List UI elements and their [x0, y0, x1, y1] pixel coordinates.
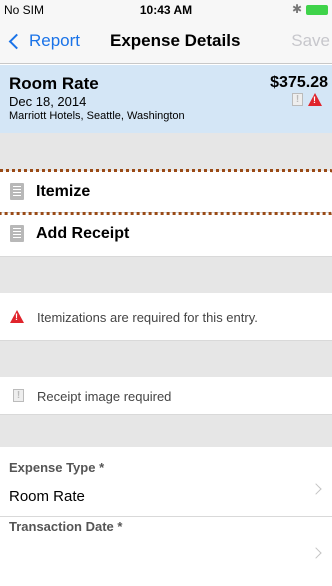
expense-type-value: Room Rate — [9, 488, 85, 505]
expense-amount: $375.28 — [270, 74, 328, 91]
expense-type-value-row[interactable]: Room Rate — [0, 483, 332, 517]
navigation-bar: Report Expense Details Save — [0, 20, 332, 64]
transaction-date-field[interactable]: Transaction Date * — [0, 517, 332, 586]
expense-vendor: Marriott Hotels, Seattle, Washington — [9, 110, 185, 122]
add-receipt-button[interactable]: Add Receipt — [0, 213, 332, 257]
warning-icon — [10, 310, 24, 323]
expense-name: Room Rate — [9, 74, 99, 93]
section-spacer — [0, 415, 332, 447]
expense-type-label: Expense Type * — [9, 460, 105, 475]
back-button-label: Report — [29, 31, 81, 50]
clock: 10:43 AM — [139, 3, 193, 17]
warning-icon — [308, 93, 322, 106]
expense-flags: ! — [292, 93, 322, 106]
section-spacer — [0, 341, 332, 377]
bluetooth-icon: ✱ — [291, 2, 302, 16]
section-spacer — [0, 257, 332, 293]
status-bar: No SIM 10:43 AM ✱ — [0, 0, 332, 20]
receipt-missing-icon: ! — [13, 389, 24, 402]
page-title: Expense Details — [110, 31, 241, 50]
battery-icon — [306, 5, 328, 15]
expense-type-field[interactable]: Expense Type * — [0, 447, 332, 487]
back-button[interactable]: Report — [8, 31, 80, 51]
section-spacer — [0, 133, 332, 171]
itemize-button[interactable]: Itemize — [0, 171, 332, 213]
receipt-icon — [10, 225, 24, 242]
itemization-warning-row: Itemizations are required for this entry… — [0, 293, 332, 341]
itemization-warning-text: Itemizations are required for this entry… — [37, 310, 258, 325]
transaction-date-label: Transaction Date * — [9, 519, 123, 534]
itemize-label: Itemize — [36, 183, 91, 200]
save-button[interactable]: Save — [291, 31, 330, 51]
receipt-required-text: Receipt image required — [37, 389, 172, 404]
expense-summary: Room Rate Dec 18, 2014 Marriott Hotels, … — [0, 65, 332, 133]
receipt-required-row: ! Receipt image required — [0, 377, 332, 415]
receipt-missing-icon: ! — [292, 93, 303, 106]
document-icon — [10, 183, 24, 200]
chevron-left-icon — [8, 33, 25, 49]
chevron-right-icon — [310, 547, 322, 559]
add-receipt-label: Add Receipt — [36, 225, 130, 242]
expense-date: Dec 18, 2014 — [9, 94, 87, 109]
